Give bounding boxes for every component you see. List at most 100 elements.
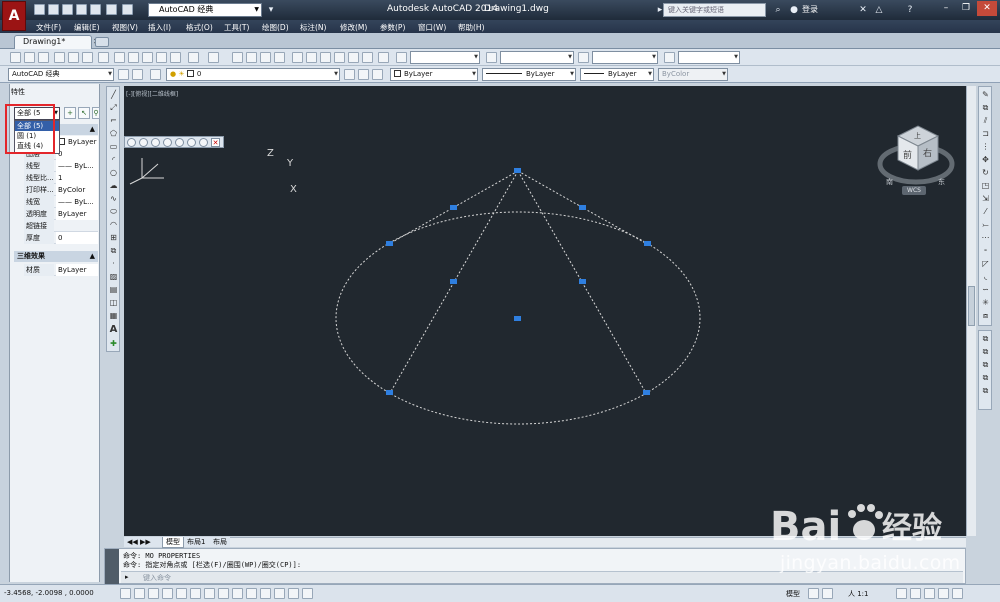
blend-icon[interactable]: ∽ [980,285,991,296]
help-icon[interactable]: ? [905,5,915,15]
grip-point[interactable] [514,168,521,173]
object-snap-icon[interactable] [190,588,201,599]
array-icon[interactable]: ⋮ [980,142,991,153]
design-center-icon[interactable] [306,52,317,63]
property-value[interactable]: ByLayer [56,136,98,148]
trim-icon[interactable]: ⁄ [980,207,991,218]
quickcalc-icon[interactable] [362,52,373,63]
viewcube-east-label[interactable]: 东 [938,177,945,186]
grip-point[interactable] [643,390,650,395]
menu-tools[interactable]: 工具(T) [224,22,249,33]
layer-previous-icon[interactable] [358,69,369,80]
workspace-select[interactable]: AutoCAD 经典 [148,3,262,17]
bring-to-front-icon[interactable]: ⧉ [980,334,991,345]
lineweight-toggle-icon[interactable] [260,588,271,599]
text-to-front-icon[interactable]: ⧉ [980,386,991,397]
dynamic-ucs-icon[interactable] [232,588,243,599]
menu-file[interactable]: 文件(F) [36,22,61,33]
open-icon[interactable] [48,4,59,15]
layer-properties-icon[interactable] [150,69,161,80]
pickadd-toggle-icon[interactable]: + [64,107,76,119]
menu-modify[interactable]: 修改(M) [340,22,367,33]
insert-block-icon[interactable]: ⊞ [108,233,119,244]
file-tab-drawing1[interactable]: Drawing1* ✕ [14,35,100,49]
text-style-icon[interactable] [396,52,407,63]
point-icon[interactable]: · [108,259,119,270]
join-icon[interactable]: ⁃ [980,246,991,257]
workspace-save-icon[interactable] [132,69,143,80]
grip-point[interactable] [579,279,586,284]
grip-point[interactable] [386,241,393,246]
user-icon[interactable]: ● [789,5,799,15]
minimize-button[interactable]: – [936,1,956,16]
multileader-style-icon[interactable] [664,52,675,63]
viewcube-front-label[interactable]: 前 [903,149,912,161]
workspace-combo[interactable]: AutoCAD 经典 [8,68,114,81]
lineweight-combo[interactable]: ByLayer [580,68,654,81]
zoom-previous-icon[interactable] [274,52,285,63]
rotate-icon[interactable]: ↻ [980,168,991,179]
binoculars-icon[interactable]: ⌕ [773,5,783,15]
clean-screen-icon[interactable] [952,588,963,599]
dim-style-icon[interactable] [486,52,497,63]
table-style-combo[interactable] [592,51,658,64]
menu-edit[interactable]: 编辑(E) [74,22,100,33]
infer-constraints-icon[interactable] [120,588,131,599]
layer-match-icon[interactable] [372,69,383,80]
publish-icon[interactable] [82,52,93,63]
help-icon[interactable] [378,52,389,63]
send-under-icon[interactable]: ⧉ [980,373,991,384]
dynamic-input-icon[interactable] [246,588,257,599]
open-icon[interactable] [24,52,35,63]
send-to-back-icon[interactable]: ⧉ [980,347,991,358]
login-button[interactable]: 登录 [802,4,818,15]
menu-help[interactable]: 帮助(H) [458,22,485,33]
property-value[interactable]: 0 [56,232,98,244]
menu-parametric[interactable]: 参数(P) [380,22,405,33]
grip-point[interactable] [386,390,393,395]
mirror-icon[interactable]: ⫽ [980,116,991,127]
viewcube-south-label[interactable]: 南 [886,177,893,186]
paste-icon[interactable] [142,52,153,63]
3d-print-icon[interactable] [98,52,109,63]
property-row-material[interactable]: 材质 ByLayer [24,264,98,276]
isolate-objects-icon[interactable] [938,588,949,599]
3d-effects-section-header[interactable]: 三维效果 ▲ [14,251,98,262]
menu-window[interactable]: 窗口(W) [418,22,446,33]
polygon-icon[interactable]: ⬠ [108,129,119,140]
grip-point[interactable] [579,205,586,210]
maximize-button[interactable]: ❐ [956,1,976,16]
plot-icon[interactable] [90,4,101,15]
plot-icon[interactable] [54,52,65,63]
block-editor-icon[interactable] [170,52,181,63]
ortho-mode-icon[interactable] [162,588,173,599]
zoom-realtime-icon[interactable] [246,52,257,63]
hatch-icon[interactable]: ▨ [108,272,119,283]
property-value[interactable]: 1 [56,172,98,184]
3d-object-snap-icon[interactable] [204,588,215,599]
ellipse-icon[interactable]: ⬭ [108,207,119,218]
region-icon[interactable]: ◫ [108,298,119,309]
exchange-icon[interactable]: ✕ [858,5,868,15]
multiline-text-icon[interactable]: A [108,325,119,336]
hardware-acceleration-icon[interactable] [924,588,935,599]
erase-icon[interactable]: ✎ [980,90,991,101]
close-button[interactable]: ✕ [977,1,997,16]
copy-icon[interactable]: ⧉ [980,103,991,114]
grip-point[interactable] [644,241,651,246]
save-icon[interactable] [38,52,49,63]
command-prompt-icon[interactable]: ▸ [125,573,129,581]
viewcube-top-label[interactable]: 上 [914,131,921,140]
polar-tracking-icon[interactable] [176,588,187,599]
property-value[interactable]: —— ByL... [56,196,98,208]
sheet-set-icon[interactable] [334,52,345,63]
autodesk-360-icon[interactable]: △ [874,5,884,15]
viewcube-right-label[interactable]: 右 [923,147,932,159]
markup-icon[interactable] [348,52,359,63]
multileader-style-combo[interactable] [678,51,740,64]
redo-icon[interactable] [208,52,219,63]
dim-style-combo[interactable] [500,51,574,64]
color-combo[interactable]: ByLayer [390,68,478,81]
property-value[interactable]: 0 [56,148,98,160]
ellipse-arc-icon[interactable]: ◠ [108,220,119,231]
